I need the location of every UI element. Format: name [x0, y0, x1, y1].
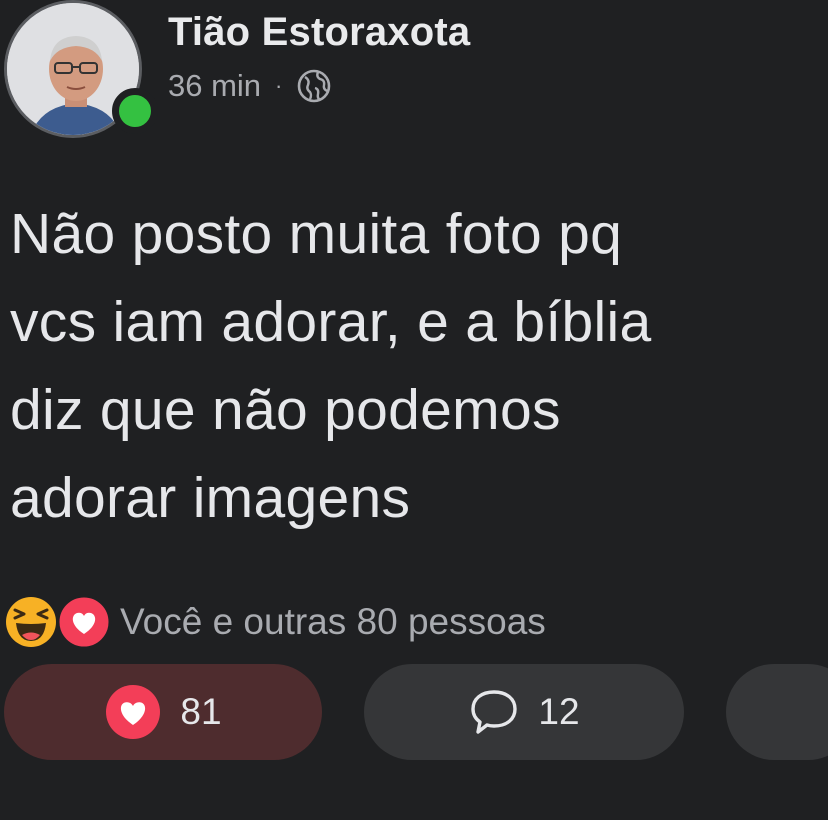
meta-separator: ·	[275, 73, 283, 98]
comment-count: 12	[538, 691, 580, 732]
love-icon	[56, 594, 112, 650]
globe-icon	[298, 69, 331, 103]
reactions-summary[interactable]: Você e outras 80 pessoas	[4, 592, 546, 652]
online-status-dot	[112, 88, 158, 134]
post-text: Não posto muita foto pq vcs iam adorar, …	[10, 202, 652, 530]
post-card: Tião Estoraxota 36 min · Não posto muita…	[0, 0, 828, 820]
comment-button[interactable]: 12	[364, 664, 684, 760]
share-button[interactable]	[726, 664, 828, 760]
reaction-icons	[4, 592, 114, 652]
comment-bubble-icon	[471, 690, 518, 734]
love-icon	[106, 685, 161, 739]
haha-icon	[6, 597, 56, 647]
like-count: 81	[180, 691, 222, 732]
post-meta: 36 min ·	[168, 66, 332, 106]
author-name[interactable]: Tião Estoraxota	[168, 10, 470, 55]
like-button[interactable]: 81	[4, 664, 322, 760]
post-time[interactable]: 36 min	[168, 68, 261, 104]
author-avatar-wrap[interactable]	[4, 0, 158, 140]
reactions-summary-text[interactable]: Você e outras 80 pessoas	[120, 601, 546, 643]
